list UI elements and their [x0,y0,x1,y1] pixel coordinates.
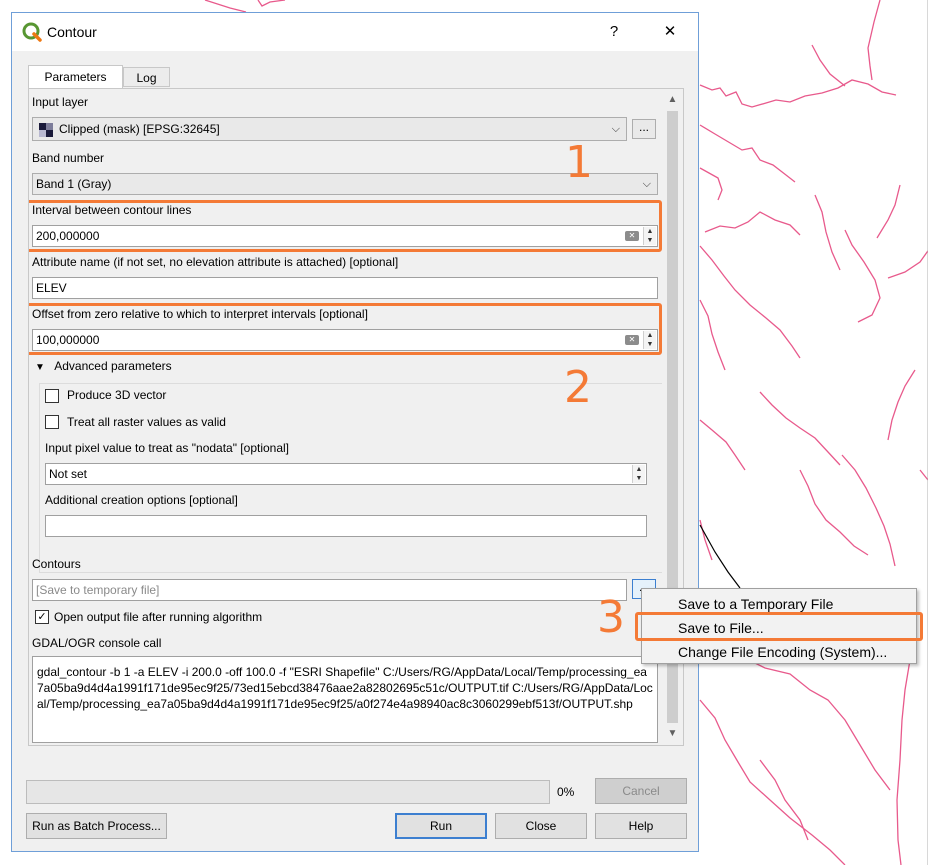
nodata-input[interactable]: Not set ▲ ▼ [45,463,647,485]
cancel-button[interactable]: Cancel [595,778,687,804]
nodata-value: Not set [49,467,88,481]
tab-log[interactable]: Log [123,67,170,87]
chevron-down-icon: ⌵ [611,123,620,135]
progress-percent: 0% [557,785,575,799]
scroll-down-icon[interactable]: ▼ [662,725,683,743]
raster-layer-icon [39,123,53,137]
batch-process-button[interactable]: Run as Batch Process... [26,813,167,839]
contours-output-input[interactable]: [Save to temporary file] [32,579,627,601]
creation-options-input[interactable] [45,515,647,537]
creation-options-label: Additional creation options [optional] [45,493,238,507]
input-layer-browse-button[interactable]: ... [632,119,656,139]
progress-bar [26,780,550,804]
menu-item-temporary-file[interactable]: Save to a Temporary File [678,596,833,612]
console-call-label: GDAL/OGR console call [32,636,162,650]
attribute-name-input[interactable]: ELEV [32,277,658,299]
scroll-up-icon[interactable]: ▲ [662,91,683,109]
title-bar: Contour ? ✕ [12,13,698,51]
input-layer-select[interactable]: Clipped (mask) [EPSG:32645] ⌵ [32,117,627,141]
advanced-parameters-header: Advanced parameters [54,359,172,373]
parameters-panel: Input layer Clipped (mask) [EPSG:32645] … [28,88,684,746]
open-output-checkbox[interactable]: ✓ [35,610,49,624]
run-button[interactable]: Run [395,813,487,839]
nodata-label: Input pixel value to treat as "nodata" [… [45,441,290,455]
tab-parameters[interactable]: Parameters [28,65,123,89]
band-number-value: Band 1 (Gray) [36,177,112,191]
attribute-name-label: Attribute name (if not set, no elevation… [32,255,399,269]
advanced-parameters-toggle[interactable]: ▼ Advanced parameters [35,359,176,373]
contour-dialog: Contour ? ✕ Parameters Log Input layer C… [11,12,699,852]
contours-label: Contours [32,557,81,571]
input-layer-value: Clipped (mask) [EPSG:32645] [59,122,220,136]
spin-arrows-icon[interactable]: ▲ ▼ [632,465,645,483]
help-button[interactable]: Help [595,813,687,839]
qgis-logo-icon [22,22,42,42]
annotation-3: 3 [597,592,625,643]
produce-3d-label: Produce 3D vector [67,388,167,402]
raster-valid-label: Treat all raster values as valid [67,415,226,429]
help-title-button[interactable]: ? [600,19,628,45]
chevron-down-icon: ⌵ [642,178,651,190]
close-button[interactable]: Close [495,813,587,839]
band-number-label: Band number [32,151,105,165]
input-layer-label: Input layer [32,95,89,109]
raster-valid-checkbox[interactable] [45,415,59,429]
window-title: Contour [47,24,97,40]
highlight-box-save-to-file [635,612,923,641]
highlight-box-offset [29,303,662,355]
produce-3d-checkbox[interactable] [45,389,59,403]
open-output-label: Open output file after running algorithm [54,610,263,624]
close-window-button[interactable]: ✕ [656,19,684,45]
console-call-text[interactable]: gdal_contour -b 1 -a ELEV -i 200.0 -off … [32,656,658,743]
annotation-2: 2 [564,362,592,413]
highlight-box-interval [29,200,662,252]
triangle-down-icon: ▼ [35,362,45,373]
annotation-1: 1 [565,137,593,188]
menu-item-file-encoding[interactable]: Change File Encoding (System)... [678,644,887,660]
